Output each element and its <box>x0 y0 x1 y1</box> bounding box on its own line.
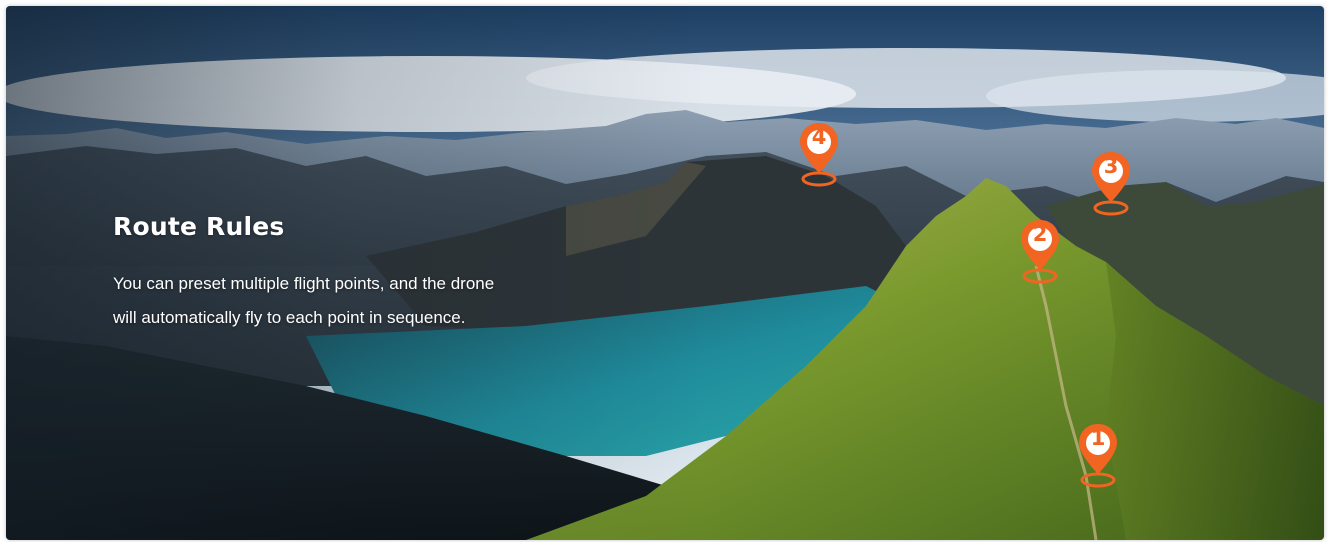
route-rules-title: Route Rules <box>113 212 285 241</box>
waypoint-4-marker: 4 <box>797 121 841 191</box>
description-line-2: will automatically fly to each point in … <box>113 308 466 327</box>
waypoint-2-number: 2 <box>1032 222 1048 246</box>
route-rules-description: You can preset multiple flight points, a… <box>113 267 573 335</box>
route-rules-text: Route Rules You can preset multiple flig… <box>113 212 573 335</box>
waypoint-1-number: 1 <box>1090 426 1106 450</box>
waypoint-3-number: 3 <box>1103 154 1119 178</box>
waypoint-4-number: 4 <box>811 125 827 149</box>
waypoint-3-marker: 3 <box>1089 150 1133 220</box>
route-rules-banner: Route Rules You can preset multiple flig… <box>6 6 1324 540</box>
description-line-1: You can preset multiple flight points, a… <box>113 274 495 293</box>
waypoint-2-marker: 2 <box>1018 218 1062 288</box>
waypoint-1-marker: 1 <box>1076 422 1120 492</box>
